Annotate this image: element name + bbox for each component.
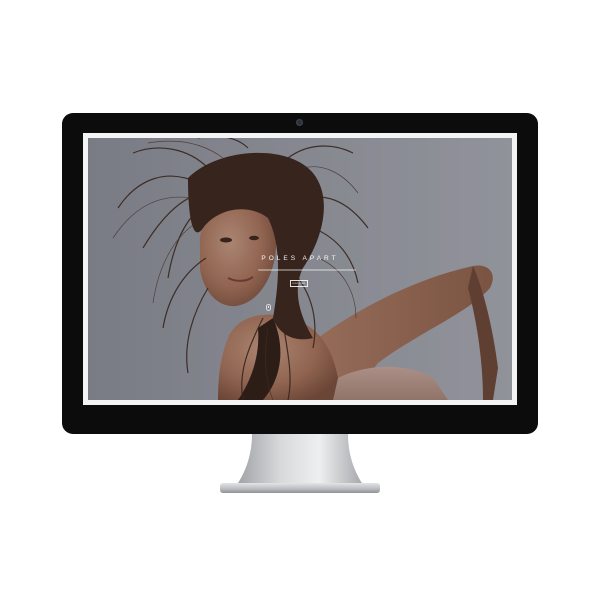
discover-button-label: DISCOVER [292, 282, 306, 285]
hero-tagline-placeholder [258, 269, 356, 271]
monitor-stand-base [220, 483, 380, 493]
discover-button[interactable]: DISCOVER [290, 280, 308, 287]
monitor-stand [236, 434, 364, 486]
webcam-icon [296, 119, 303, 126]
website-hero: POLES APART DISCOVER [88, 138, 512, 400]
desktop-monitor-mockup: POLES APART DISCOVER [0, 0, 600, 600]
scroll-indicator-dot [268, 306, 269, 308]
site-title: POLES APART [261, 255, 339, 262]
